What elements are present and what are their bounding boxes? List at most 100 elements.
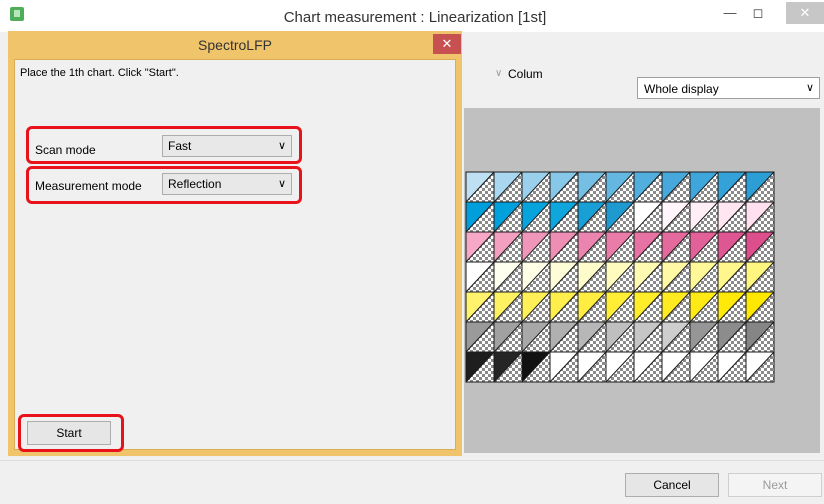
- scan-mode-select[interactable]: Fast ∨: [162, 135, 292, 157]
- chart-patch: [465, 291, 495, 323]
- next-button[interactable]: Next: [728, 473, 822, 497]
- chart-patch: [661, 171, 691, 203]
- chart-patch: [549, 201, 579, 233]
- chart-patch: [605, 351, 635, 383]
- chart-patch: [493, 171, 523, 203]
- chart-patch: [605, 201, 635, 233]
- chart-patch: [633, 321, 663, 353]
- chart-patch: [661, 291, 691, 323]
- chart-patch: [661, 261, 691, 293]
- measurement-mode-select[interactable]: Reflection ∨: [162, 173, 292, 195]
- chart-patch: [745, 201, 775, 233]
- chart-patch: [549, 291, 579, 323]
- chart-patch: [717, 201, 747, 233]
- chart-patch: [577, 321, 607, 353]
- chart-patch: [633, 261, 663, 293]
- measurement-mode-value: Reflection: [168, 177, 222, 191]
- scan-mode-value: Fast: [168, 139, 192, 153]
- chart-patch: [661, 351, 691, 383]
- chart-patch: [661, 201, 691, 233]
- chart-patch: [605, 171, 635, 203]
- chart-patch: [465, 201, 495, 233]
- chart-patch: [717, 291, 747, 323]
- chart-patch: [745, 291, 775, 323]
- display-select[interactable]: Whole display ∨: [637, 77, 820, 99]
- chart-patch: [717, 171, 747, 203]
- chart-patch: [465, 321, 495, 353]
- chart-patch: [605, 321, 635, 353]
- chart-patch: [465, 231, 495, 263]
- chart-patch: [549, 261, 579, 293]
- chart-patch: [577, 171, 607, 203]
- chart-patch: [577, 291, 607, 323]
- scan-mode-label: Scan mode: [35, 143, 96, 157]
- chart-patch: [521, 171, 551, 203]
- chart-patch: [633, 291, 663, 323]
- chart-patch: [605, 261, 635, 293]
- chart-patch: [605, 291, 635, 323]
- chart-patch: [745, 231, 775, 263]
- chart-patch: [717, 261, 747, 293]
- dialog-close-icon[interactable]: ✕: [433, 34, 461, 54]
- chart-patch: [633, 351, 663, 383]
- chart-patch: [745, 321, 775, 353]
- column-label: Colum: [508, 67, 543, 81]
- chart-patch: [689, 351, 719, 383]
- chart-patch: [717, 321, 747, 353]
- chart-patch: [745, 261, 775, 293]
- instruction-text: Place the 1th chart. Click "Start".: [20, 67, 179, 79]
- chart-patch: [689, 261, 719, 293]
- chart-patch: [521, 321, 551, 353]
- cancel-button[interactable]: Cancel: [625, 473, 719, 497]
- chart-patch: [577, 351, 607, 383]
- chart-patch: [493, 231, 523, 263]
- start-button[interactable]: Start: [27, 421, 111, 445]
- chart-patch: [577, 201, 607, 233]
- chart-patch: [633, 231, 663, 263]
- chart-patch: [689, 321, 719, 353]
- chart-patch: [521, 351, 551, 383]
- main-title-bar: Chart measurement : Linearization [1st] …: [0, 0, 824, 32]
- chart-patch: [521, 231, 551, 263]
- column-dropdown-arrow-icon[interactable]: ∨: [495, 68, 502, 79]
- chart-patch: [633, 171, 663, 203]
- chart-patch: [689, 231, 719, 263]
- display-select-value: Whole display: [644, 82, 719, 96]
- chart-patch: [549, 351, 579, 383]
- chart-patch: [493, 321, 523, 353]
- minimize-icon[interactable]: —: [717, 2, 743, 24]
- chart-patch: [689, 171, 719, 203]
- chart-patch-grid: [465, 171, 775, 383]
- chart-patch: [549, 171, 579, 203]
- chart-patch: [465, 351, 495, 383]
- chevron-down-icon: ∨: [277, 140, 286, 152]
- chart-patch: [745, 351, 775, 383]
- chart-patch: [689, 291, 719, 323]
- chart-patch: [521, 201, 551, 233]
- chart-patch: [549, 231, 579, 263]
- chart-patch: [493, 291, 523, 323]
- chart-patch: [633, 201, 663, 233]
- chart-patch: [577, 231, 607, 263]
- chart-patch: [689, 201, 719, 233]
- chart-patch: [465, 171, 495, 203]
- chart-patch: [549, 321, 579, 353]
- chart-patch: [717, 351, 747, 383]
- chart-patch: [521, 291, 551, 323]
- spectrolfp-dialog: SpectroLFP ✕ Place the 1th chart. Click …: [8, 31, 462, 456]
- measurement-mode-label: Measurement mode: [35, 179, 142, 193]
- chart-patch: [661, 231, 691, 263]
- chart-patch: [577, 261, 607, 293]
- chart-patch: [717, 231, 747, 263]
- chart-patch: [465, 261, 495, 293]
- chart-patch: [493, 201, 523, 233]
- chart-patch: [605, 231, 635, 263]
- maximize-icon[interactable]: ◻: [745, 2, 771, 24]
- chevron-down-icon: ∨: [277, 178, 286, 190]
- dialog-title: SpectroLFP: [198, 37, 272, 53]
- main-window-title: Chart measurement : Linearization [1st]: [283, 9, 547, 26]
- chart-patch: [745, 171, 775, 203]
- chart-patch: [493, 261, 523, 293]
- close-icon[interactable]: ✕: [786, 2, 824, 24]
- chart-patch: [493, 351, 523, 383]
